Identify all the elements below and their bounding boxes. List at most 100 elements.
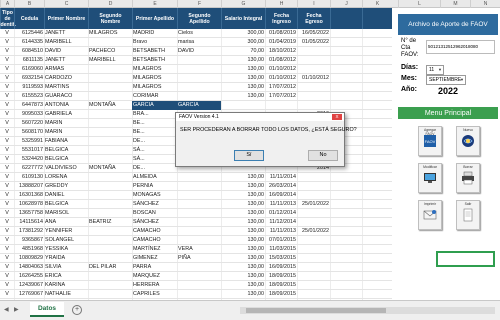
table-cell[interactable]: BETSABETH — [132, 56, 177, 65]
table-cell[interactable]: 01/10/2012 — [265, 65, 297, 74]
table-cell[interactable]: 01/08/2019 — [265, 29, 297, 38]
table-cell[interactable]: 6084510 — [14, 47, 44, 56]
table-cell[interactable] — [297, 281, 330, 290]
table-cell[interactable] — [88, 272, 132, 281]
table-cell[interactable]: 18/09/2015 — [265, 290, 297, 299]
modificar-button[interactable]: Modificar — [418, 163, 442, 193]
table-cell[interactable]: DAVID — [44, 47, 88, 56]
table-row[interactable]: V 14115614 ANA BEATRIZ SÁNCHEZ 130,00 11/12/20… — [0, 218, 392, 227]
table-cell[interactable]: 11/11/2013 — [265, 227, 297, 236]
table-cell[interactable]: 01/10/2012 — [265, 74, 297, 83]
horizontal-scrollbar[interactable] — [240, 307, 495, 314]
table-cell[interactable]: 130,00 — [221, 281, 265, 290]
table-cell[interactable]: MONTAÑA — [88, 164, 132, 173]
table-cell[interactable] — [88, 119, 132, 128]
table-cell[interactable]: PERNIA — [132, 182, 177, 191]
column-letter[interactable]: I — [297, 0, 330, 8]
table-cell[interactable] — [297, 209, 330, 218]
table-cell[interactable]: LORENA — [44, 173, 88, 182]
table-row[interactable]: V 6811135 JANETT MARIBELL BETSABETH 130,00 01/… — [0, 56, 392, 65]
table-cell[interactable]: DE... — [132, 164, 177, 173]
table-cell[interactable] — [297, 101, 330, 110]
table-row[interactable]: V 12439067 KARINA HERRERA 130,00 18/09/2015 — [0, 281, 392, 290]
table-cell[interactable]: 130,00 — [221, 227, 265, 236]
table-cell[interactable]: V — [0, 56, 14, 65]
table-cell[interactable]: 01/12/2014 — [265, 209, 297, 218]
table-row[interactable]: V 6169060 ARMAS MILAGROS 130,00 01/10/2012 — [0, 65, 392, 74]
table-cell[interactable]: V — [0, 227, 14, 236]
table-cell[interactable]: SILVIA — [44, 263, 88, 272]
table-cell[interactable]: 9119593 — [14, 83, 44, 92]
table-cell[interactable] — [177, 92, 221, 101]
table-cell[interactable]: 6169060 — [14, 65, 44, 74]
table-cell[interactable]: KARINA — [44, 281, 88, 290]
table-cell[interactable]: SÁ... — [132, 155, 177, 164]
table-cell[interactable]: FABIANA — [44, 137, 88, 146]
table-cell[interactable]: SÁNCHEZ — [132, 200, 177, 209]
table-cell[interactable]: MILAGROS — [132, 74, 177, 83]
column-letter[interactable]: G — [221, 0, 265, 8]
table-cell[interactable]: 130,00 — [221, 236, 265, 245]
table-cell[interactable] — [177, 272, 221, 281]
table-cell[interactable]: BEATRIZ — [88, 218, 132, 227]
column-letter[interactable]: B — [14, 0, 44, 8]
table-cell[interactable]: V — [0, 92, 14, 101]
table-cell[interactable]: DAVID — [177, 47, 221, 56]
add-sheet-button[interactable]: + — [72, 305, 82, 315]
table-cell[interactable] — [297, 236, 330, 245]
table-cell[interactable]: 16301368 — [14, 191, 44, 200]
table-cell[interactable]: V — [0, 209, 14, 218]
table-cell[interactable]: 5325991 — [14, 137, 44, 146]
table-cell[interactable]: V — [0, 200, 14, 209]
table-cell[interactable] — [88, 290, 132, 299]
table-cell[interactable] — [88, 281, 132, 290]
table-cell[interactable]: DANIEL — [44, 191, 88, 200]
table-cell[interactable] — [297, 173, 330, 182]
table-cell[interactable]: 16/09/2015 — [265, 263, 297, 272]
table-cell[interactable]: V — [0, 263, 14, 272]
table-cell[interactable]: 16/09/2014 — [265, 191, 297, 200]
table-cell[interactable] — [177, 209, 221, 218]
table-cell[interactable]: 18/10/2012 — [265, 47, 297, 56]
table-cell[interactable]: SÁ... — [132, 146, 177, 155]
table-cell[interactable] — [88, 254, 132, 263]
table-cell[interactable] — [297, 56, 330, 65]
table-cell[interactable] — [88, 173, 132, 182]
table-cell[interactable] — [88, 92, 132, 101]
table-cell[interactable] — [177, 281, 221, 290]
table-cell[interactable]: V — [0, 38, 14, 47]
table-cell[interactable]: Cielos — [177, 29, 221, 38]
table-cell[interactable]: JANETT — [44, 29, 88, 38]
table-cell[interactable]: PACHECO — [88, 47, 132, 56]
table-cell[interactable]: 12439067 — [14, 281, 44, 290]
table-row[interactable]: V 6155523 GUARACO CORIMAR 130,00 17/07/2012 — [0, 92, 392, 101]
table-cell[interactable]: 13888207 — [14, 182, 44, 191]
table-cell[interactable] — [177, 218, 221, 227]
table-cell[interactable] — [88, 155, 132, 164]
table-cell[interactable]: 130,00 — [221, 263, 265, 272]
table-row[interactable]: V 16264255 ERICA MARQUEZ 130,00 18/09/2015 — [0, 272, 392, 281]
table-row[interactable]: V 17381292 YENNIFER CAMACHO 130,00 11/11/2013… — [0, 227, 392, 236]
table-cell[interactable]: MARIBELL — [44, 38, 88, 47]
table-cell[interactable] — [177, 173, 221, 182]
table-cell[interactable] — [297, 218, 330, 227]
table-cell[interactable]: ARMAS — [44, 65, 88, 74]
table-cell[interactable]: 11/11/2014 — [265, 173, 297, 182]
column-letter[interactable]: E — [132, 0, 177, 8]
column-letter[interactable]: A — [0, 0, 14, 8]
table-row[interactable]: V 9119593 MARTINS MILAGROS 130,00 17/07/2012 — [0, 83, 392, 92]
table-cell[interactable]: 6109130 — [14, 173, 44, 182]
table-cell[interactable]: 01/10/2012 — [297, 74, 330, 83]
table-cell[interactable]: 11/03/2015 — [265, 245, 297, 254]
table-cell[interactable] — [297, 290, 330, 299]
table-cell[interactable] — [88, 74, 132, 83]
table-row[interactable]: V 6084510 DAVID PACHECO BETSABETH DAVID 70,00 1… — [0, 47, 392, 56]
table-cell[interactable]: 6144335 — [14, 38, 44, 47]
table-cell[interactable] — [297, 191, 330, 200]
table-cell[interactable]: MARTINS — [44, 83, 88, 92]
table-cell[interactable]: BOSCAN — [132, 209, 177, 218]
table-cell[interactable] — [297, 254, 330, 263]
table-cell[interactable] — [88, 245, 132, 254]
table-cell[interactable]: ANTONIA — [44, 101, 88, 110]
table-cell[interactable] — [177, 83, 221, 92]
